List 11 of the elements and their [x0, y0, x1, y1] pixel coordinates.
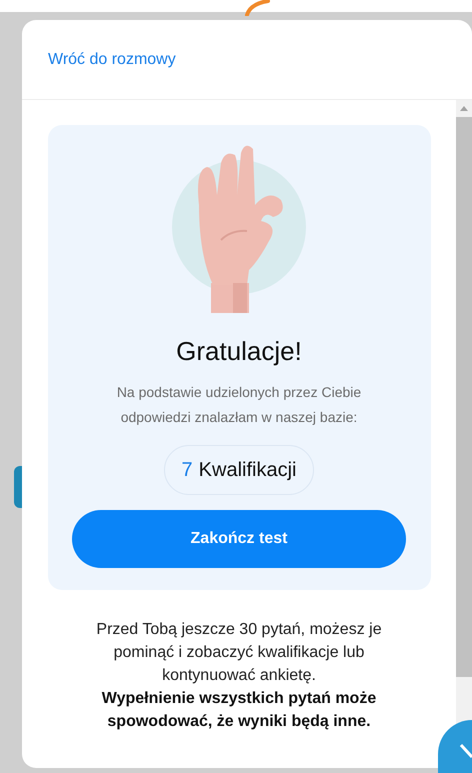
- results-warning: Wypełnienie wszystkich pytań może spowodować, że wyniki będą inne.: [100, 688, 378, 732]
- qualification-count: 7: [182, 458, 193, 482]
- finish-test-button[interactable]: Zakończ test: [72, 510, 406, 568]
- congrats-title: Gratulacje!: [176, 335, 302, 368]
- scrollbar-thumb[interactable]: [456, 117, 472, 677]
- result-description: Na podstawie udzielonych przez Ciebie odpowiedzi znalazłam w naszej bazie:: [116, 382, 362, 427]
- back-link[interactable]: Wróć do rozmowy: [48, 48, 176, 72]
- remaining-questions-note: Przed Tobą jeszcze 30 pytań, możesz je pominąć i zobaczyć kwalifikacje lub kontynuować ankietę.: [95, 620, 383, 686]
- arc-drawing: [244, 0, 270, 16]
- scroll-up-arrow-icon[interactable]: [460, 106, 468, 111]
- qualification-label: Kwalifikacji: [198, 458, 296, 482]
